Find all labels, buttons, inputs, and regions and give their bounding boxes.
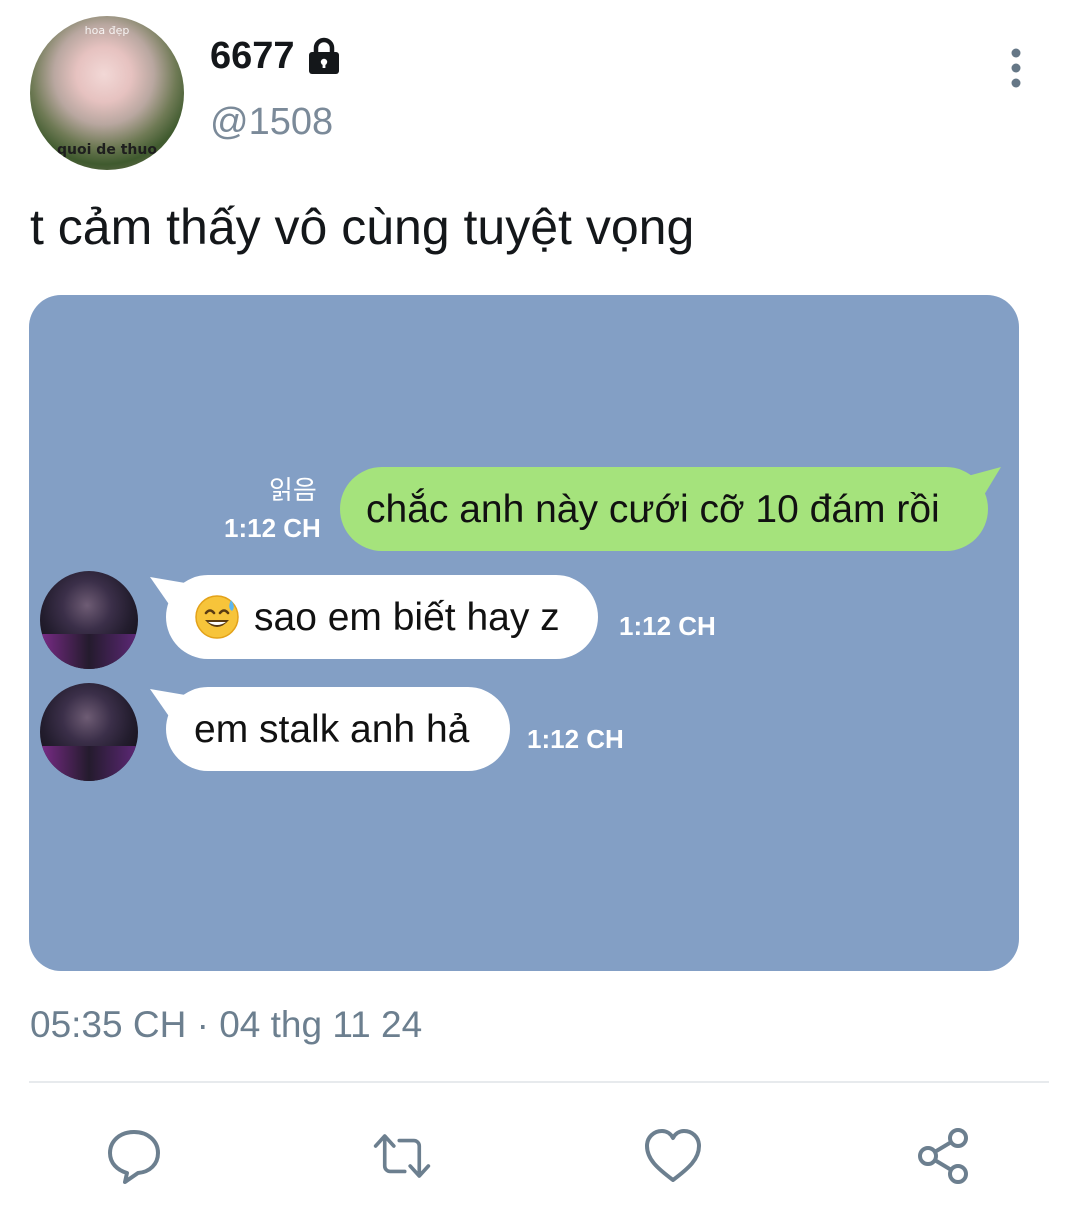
reply-button[interactable] [104,1126,164,1186]
message-text: em stalk anh hả [194,707,470,751]
avatar-caption-bottom: quoi de thuo [57,142,157,158]
retweet-button[interactable] [372,1126,432,1186]
message-time: 1:12 CH [527,724,624,754]
contact-avatar [40,571,138,669]
author-handle[interactable]: @1508 [210,103,333,141]
tweet-media-image[interactable]: 읽음 1:12 CH chắc anh này cưới cỡ 10 đám r… [29,295,1019,971]
message-text: sao em biết hay z [254,595,560,639]
avatar-caption-top: hoa đẹp [84,24,130,37]
read-receipt: 읽음 [269,476,317,506]
contact-avatar [40,683,138,781]
share-icon [918,1128,968,1184]
message-time: 1:12 CH [619,611,716,641]
display-name-text: 6677 [210,35,295,77]
share-button[interactable] [913,1126,973,1186]
incoming-message-bubble: sao em biết hay z [166,575,598,659]
sweat-smile-emoji [195,595,239,639]
tweet-timestamp[interactable]: 05:35 CH · 04 thg 11 24 [30,1006,422,1043]
chat-screenshot: 읽음 1:12 CH chắc anh này cưới cỡ 10 đám r… [29,295,1019,971]
like-button[interactable] [643,1126,703,1186]
lock-icon [308,37,339,74]
tweet-text: t cảm thấy vô cùng tuyệt vọng [30,199,695,255]
outgoing-message-bubble: chắc anh này cưới cỡ 10 đám rồi [340,467,988,551]
message-text: chắc anh này cưới cỡ 10 đám rồi [366,487,940,531]
retweet-icon [373,1134,431,1178]
more-options-icon[interactable] [1002,46,1030,90]
author-avatar[interactable]: hoa đẹp quoi de thuo [30,16,184,170]
message-time: 1:12 CH [224,513,321,543]
incoming-message-bubble: em stalk anh hả [166,687,510,771]
like-icon [645,1129,701,1182]
divider [29,1081,1049,1083]
author-display-name[interactable]: 6677 [210,36,343,76]
reply-icon [108,1130,160,1184]
